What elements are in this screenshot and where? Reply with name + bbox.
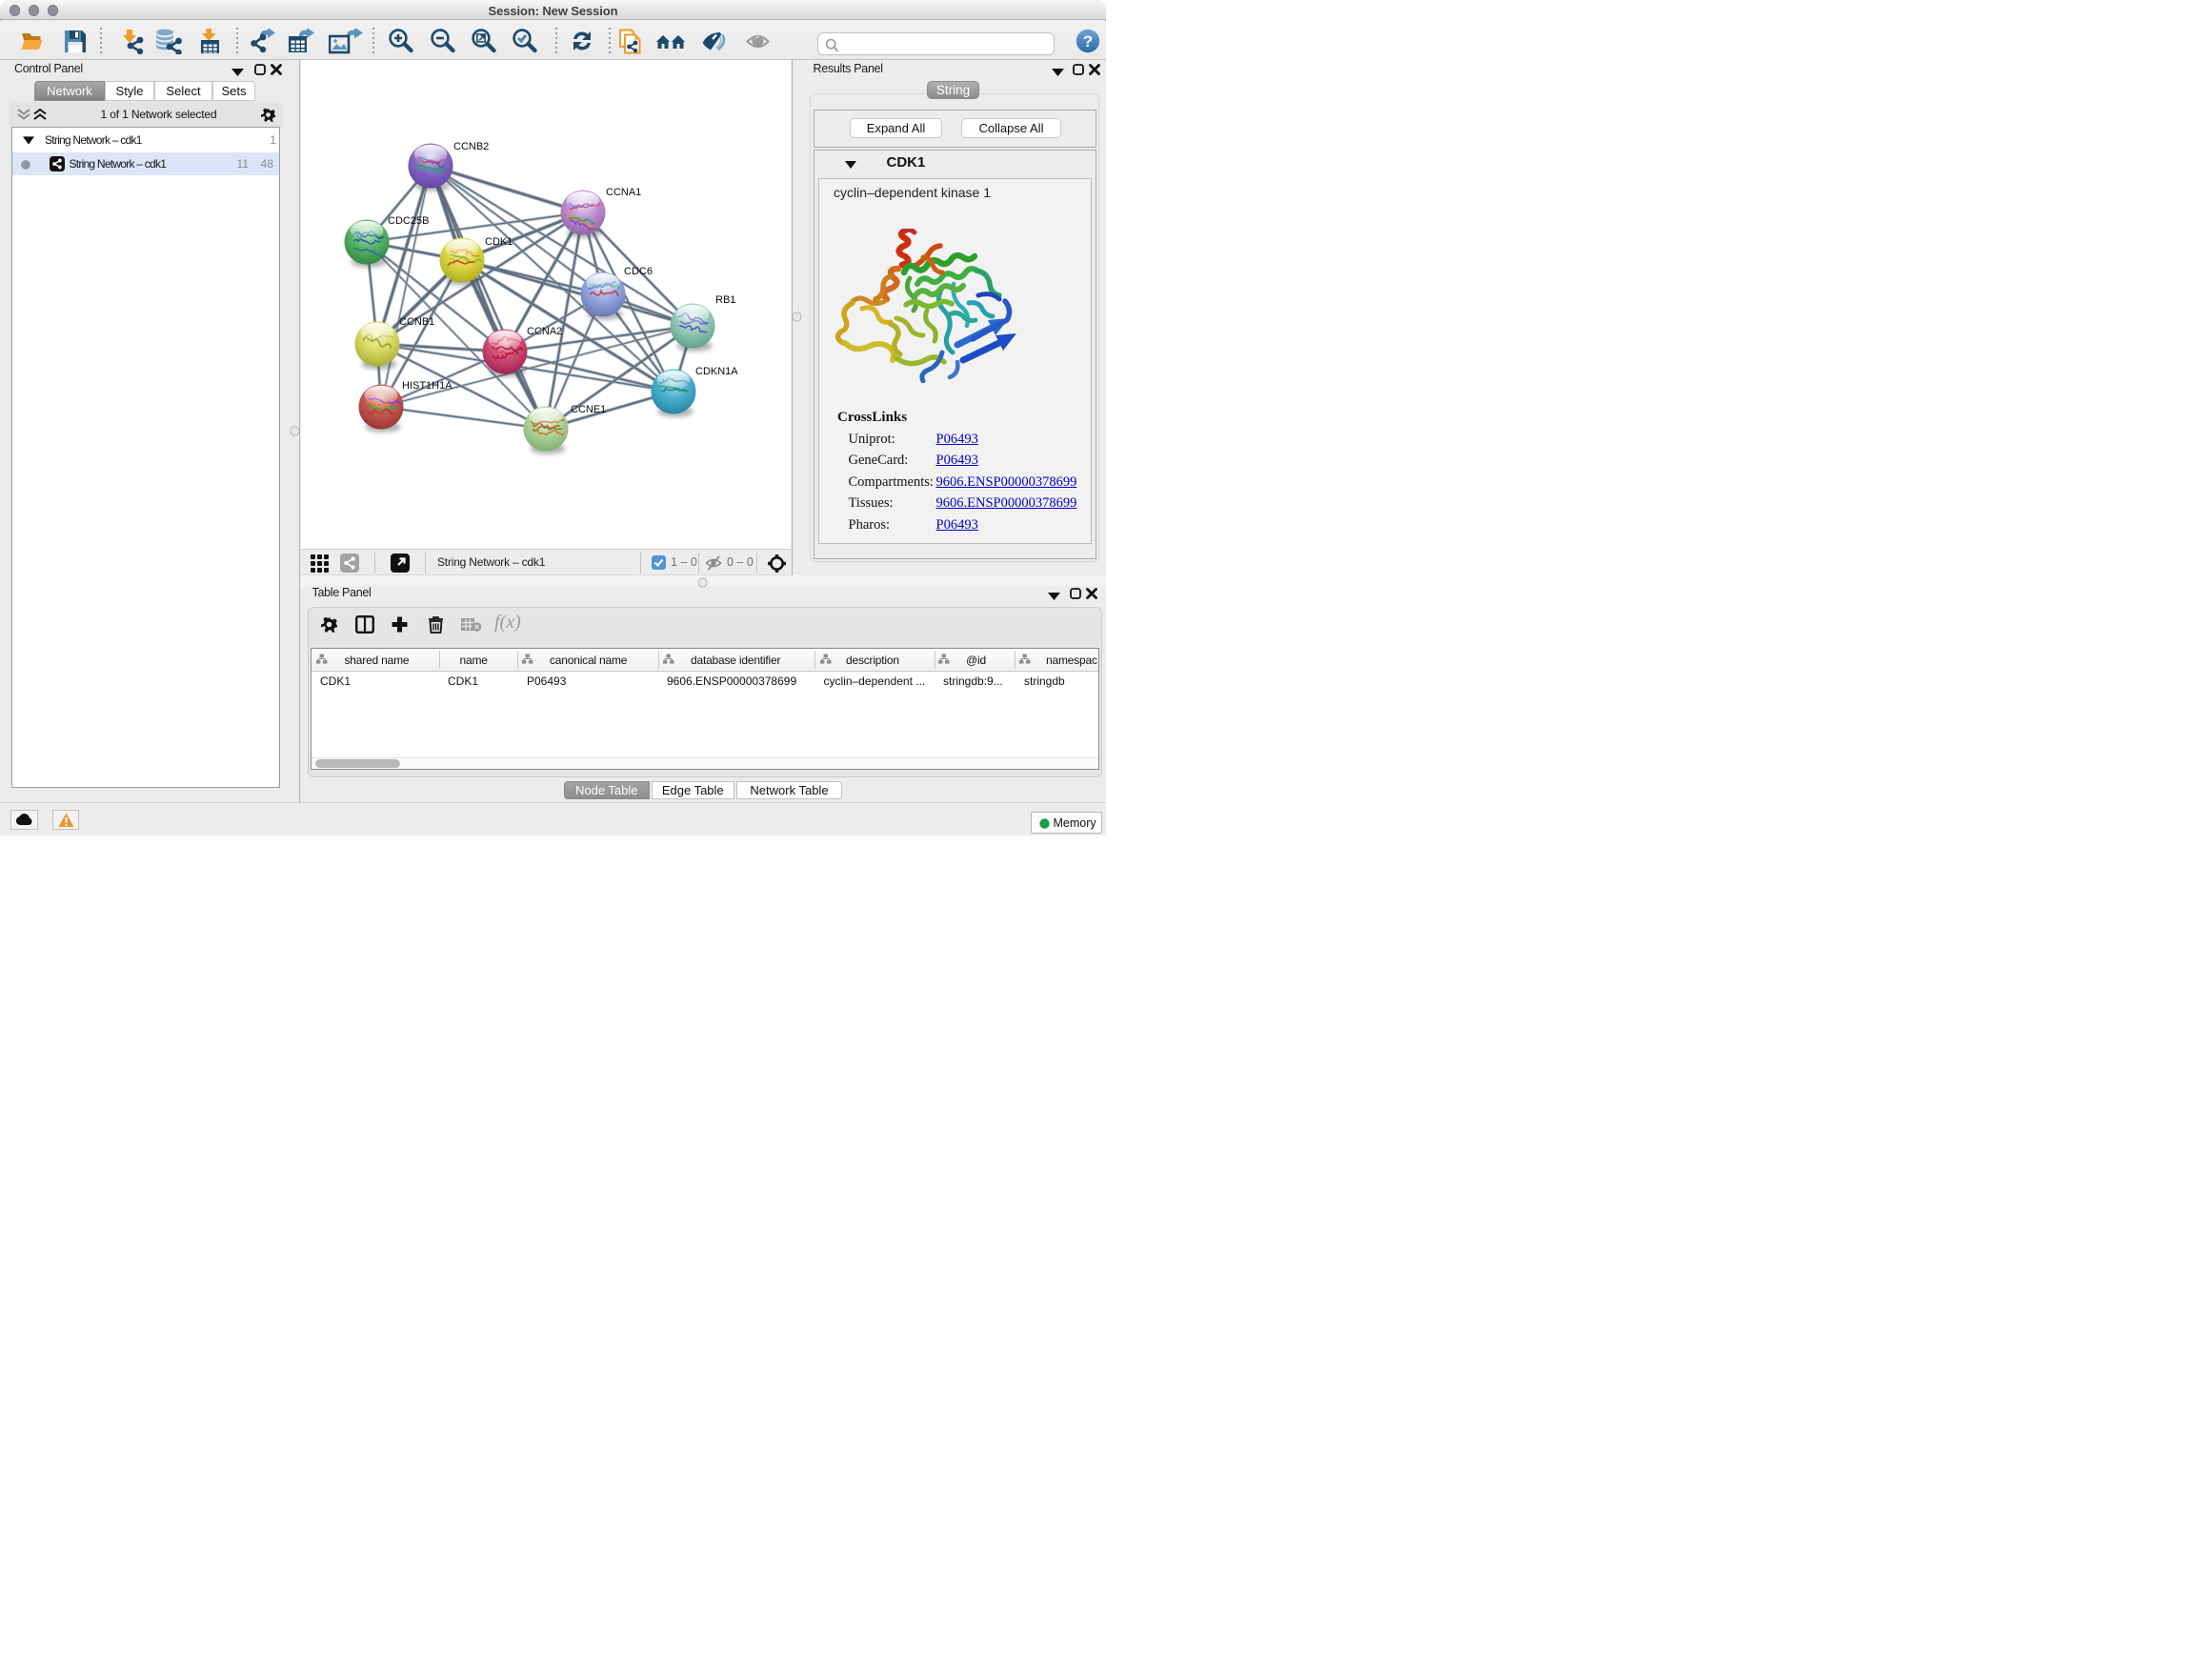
svg-text:?: ? (1083, 32, 1093, 50)
svg-text:CCNB1: CCNB1 (399, 316, 434, 328)
svg-text:RB1: RB1 (715, 294, 735, 306)
svg-text:CDC6: CDC6 (624, 266, 653, 277)
svg-text:CCNA2: CCNA2 (527, 326, 562, 337)
svg-text:CDK1: CDK1 (485, 236, 513, 248)
svg-text:CCNE1: CCNE1 (571, 404, 606, 415)
svg-text:CCNB2: CCNB2 (453, 141, 489, 152)
svg-text:CDKN1A: CDKN1A (695, 366, 738, 377)
svg-text:HIST1H1A: HIST1H1A (402, 380, 452, 392)
svg-text:CDC25B: CDC25B (388, 215, 429, 227)
svg-text:CCNA1: CCNA1 (606, 187, 641, 198)
